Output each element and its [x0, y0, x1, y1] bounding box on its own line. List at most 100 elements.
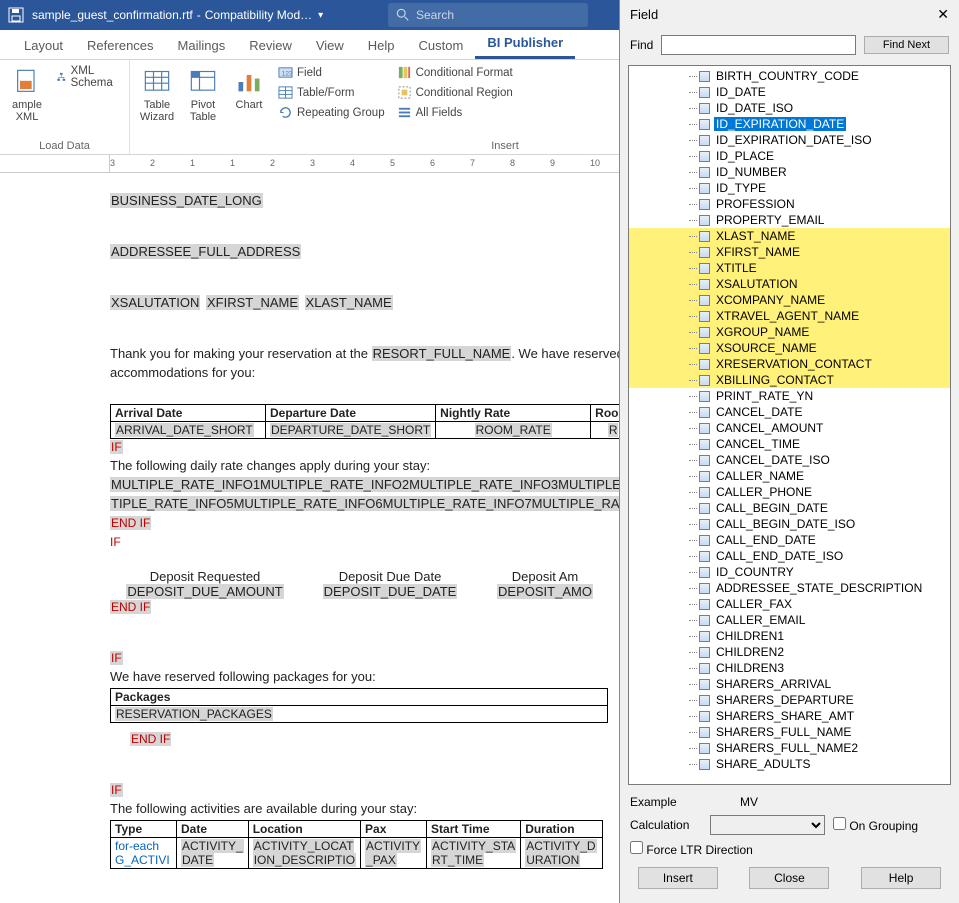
tab-help[interactable]: Help — [356, 32, 407, 59]
tree-item[interactable]: CALL_BEGIN_DATE — [629, 500, 950, 516]
tree-item[interactable]: CALL_BEGIN_DATE_ISO — [629, 516, 950, 532]
node-icon — [699, 87, 710, 98]
tree-item[interactable]: XSOURCE_NAME — [629, 340, 950, 356]
chart-button[interactable]: Chart — [230, 64, 268, 138]
all-fields-button[interactable]: All Fields — [395, 104, 515, 121]
table-wizard-button[interactable]: Table Wizard — [138, 64, 176, 138]
table-form-button[interactable]: Table/Form — [276, 84, 387, 101]
node-icon — [699, 599, 710, 610]
tree-item[interactable]: XTITLE — [629, 260, 950, 276]
node-icon — [699, 231, 710, 242]
tree-item[interactable]: ID_TYPE — [629, 180, 950, 196]
close-button[interactable]: Close — [749, 867, 829, 889]
example-value: MV — [740, 795, 758, 809]
calculation-select[interactable] — [710, 815, 825, 835]
insert-button[interactable]: Insert — [638, 867, 718, 889]
node-icon — [699, 743, 710, 754]
node-icon — [699, 663, 710, 674]
find-input[interactable] — [661, 35, 856, 55]
search-box[interactable]: Search — [388, 3, 588, 27]
tree-item[interactable]: CALLER_PHONE — [629, 484, 950, 500]
field-last-name: XLAST_NAME — [305, 295, 393, 310]
tree-item[interactable]: ID_DATE_ISO — [629, 100, 950, 116]
repeating-group-button[interactable]: Repeating Group — [276, 104, 387, 121]
tree-item[interactable]: CALLER_NAME — [629, 468, 950, 484]
tree-item[interactable]: XGROUP_NAME — [629, 324, 950, 340]
tab-layout[interactable]: Layout — [12, 32, 75, 59]
tree-item[interactable]: CANCEL_AMOUNT — [629, 420, 950, 436]
tab-references[interactable]: References — [75, 32, 165, 59]
tree-item[interactable]: PROFESSION — [629, 196, 950, 212]
on-grouping-checkbox[interactable]: On Grouping — [833, 817, 918, 833]
tree-item[interactable]: CHILDREN1 — [629, 628, 950, 644]
find-next-button[interactable]: Find Next — [864, 36, 949, 54]
tree-item[interactable]: CALL_END_DATE — [629, 532, 950, 548]
node-icon — [699, 647, 710, 658]
tree-item[interactable]: XSALUTATION — [629, 276, 950, 292]
field-tree[interactable]: BIRTH_COUNTRY_CODEID_DATEID_DATE_ISOID_E… — [628, 65, 951, 785]
tree-item[interactable]: SHARERS_FULL_NAME2 — [629, 740, 950, 756]
tree-item[interactable]: ID_EXPIRATION_DATE_ISO — [629, 132, 950, 148]
tree-item[interactable]: XLAST_NAME — [629, 228, 950, 244]
node-icon — [699, 151, 710, 162]
tree-item[interactable]: ID_PLACE — [629, 148, 950, 164]
node-icon — [699, 71, 710, 82]
tree-item[interactable]: XBILLING_CONTACT — [629, 372, 950, 388]
chevron-down-icon[interactable]: ▾ — [318, 10, 323, 21]
cond-region-button[interactable]: Conditional Region — [395, 84, 515, 101]
tree-item[interactable]: CANCEL_DATE_ISO — [629, 452, 950, 468]
tree-item[interactable]: SHARERS_DEPARTURE — [629, 692, 950, 708]
tree-item[interactable]: CALLER_EMAIL — [629, 612, 950, 628]
allfields-icon — [397, 105, 412, 120]
sample-xml-button[interactable]: ample XML — [8, 64, 46, 138]
tree-item[interactable]: XTRAVEL_AGENT_NAME — [629, 308, 950, 324]
tree-item[interactable]: ID_DATE — [629, 84, 950, 100]
if-tag: IF — [110, 440, 123, 454]
tree-item[interactable]: ID_EXPIRATION_DATE — [629, 116, 950, 132]
tab-bipublisher[interactable]: BI Publisher — [475, 29, 575, 59]
tree-item[interactable]: ID_COUNTRY — [629, 564, 950, 580]
tree-item[interactable]: BIRTH_COUNTRY_CODE — [629, 68, 950, 84]
tree-item[interactable]: SHARERS_SHARE_AMT — [629, 708, 950, 724]
find-label: Find — [630, 38, 653, 52]
xml-schema-button[interactable]: XML Schema — [54, 64, 121, 90]
node-icon — [699, 615, 710, 626]
cond-format-button[interactable]: Conditional Format — [395, 64, 515, 81]
node-icon — [699, 103, 710, 114]
svg-text:123: 123 — [282, 70, 293, 77]
pivot-table-button[interactable]: Pivot Table — [184, 64, 222, 138]
tree-item[interactable]: CANCEL_DATE — [629, 404, 950, 420]
force-ltr-checkbox[interactable]: Force LTR Direction — [630, 841, 753, 857]
tree-item[interactable]: CHILDREN3 — [629, 660, 950, 676]
node-icon — [699, 679, 710, 690]
tab-custom[interactable]: Custom — [407, 32, 476, 59]
node-icon — [699, 487, 710, 498]
tab-review[interactable]: Review — [237, 32, 304, 59]
node-icon — [699, 535, 710, 546]
tree-item[interactable]: XFIRST_NAME — [629, 244, 950, 260]
field-salutation: XSALUTATION — [110, 295, 200, 310]
tree-item[interactable]: SHARE_ADULTS — [629, 756, 950, 772]
node-icon — [699, 567, 710, 578]
tree-item[interactable]: CALL_END_DATE_ISO — [629, 548, 950, 564]
field-button[interactable]: 123Field — [276, 64, 387, 81]
tree-item[interactable]: CANCEL_TIME — [629, 436, 950, 452]
tree-item[interactable]: XCOMPANY_NAME — [629, 292, 950, 308]
tree-item[interactable]: ID_NUMBER — [629, 164, 950, 180]
tab-mailings[interactable]: Mailings — [166, 32, 238, 59]
tree-item[interactable]: CALLER_FAX — [629, 596, 950, 612]
tab-view[interactable]: View — [304, 32, 356, 59]
tree-item[interactable]: PROPERTY_EMAIL — [629, 212, 950, 228]
tree-item[interactable]: SHARERS_ARRIVAL — [629, 676, 950, 692]
tree-item[interactable]: CHILDREN2 — [629, 644, 950, 660]
tree-item[interactable]: ADDRESSEE_STATE_DESCRIPTION — [629, 580, 950, 596]
close-icon[interactable]: ✕ — [937, 6, 949, 23]
tree-item[interactable]: XRESERVATION_CONTACT — [629, 356, 950, 372]
node-icon — [699, 167, 710, 178]
help-button[interactable]: Help — [861, 867, 941, 889]
field-first-name: XFIRST_NAME — [206, 295, 299, 310]
node-icon — [699, 263, 710, 274]
node-icon — [699, 583, 710, 594]
tree-item[interactable]: PRINT_RATE_YN — [629, 388, 950, 404]
tree-item[interactable]: SHARERS_FULL_NAME — [629, 724, 950, 740]
